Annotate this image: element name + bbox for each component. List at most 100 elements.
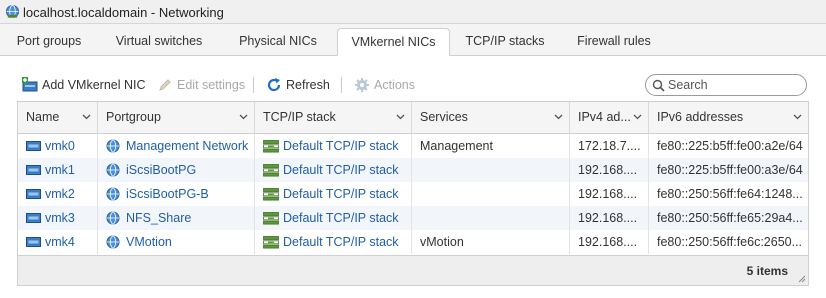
window-title: localhost.localdomain - Networking [23,5,224,20]
vmkernel-nic-link[interactable]: vmk2 [45,182,75,206]
cell-portgroup: Management Network [98,134,255,158]
chevron-down-icon [633,114,642,120]
edit-settings-button[interactable]: Edit settings [157,76,245,94]
add-vmkernel-nic-button[interactable]: Add VMkernel NIC [22,76,146,94]
column-header-label: TCP/IP stack [263,110,336,124]
table-header: Name Portgroup TCP/IP stack Services IPv… [18,102,808,134]
column-header-name[interactable]: Name [18,102,98,133]
cell-name: vmk3 [18,206,98,230]
cell-tcpip-stack: Default TCP/IP stack [255,230,412,254]
globe-icon [5,4,20,19]
globe-icon [106,187,120,201]
globe-icon [106,139,120,153]
pencil-icon [159,79,171,91]
window-titlebar: localhost.localdomain - Networking [0,0,826,24]
vmkernel-nic-link[interactable]: vmk4 [45,230,75,254]
toolbar-divider [341,77,342,93]
cell-portgroup: NFS_Share [98,206,255,230]
cell-tcpip-stack: Default TCP/IP stack [255,158,412,182]
gear-icon [355,78,369,92]
tcpip-stack-icon [263,212,279,225]
column-header-portgroup[interactable]: Portgroup [98,102,255,133]
column-header-services[interactable]: Services [412,102,570,133]
column-header-label: Name [26,110,60,124]
cell-services [412,206,570,230]
cell-services: vMotion [412,230,570,254]
cell-ipv6: fe80::225:b5ff:fe00:a2e/64 [657,139,803,153]
column-header-label: IPv6 addresses [657,110,744,124]
nic-icon [26,237,41,247]
tab-tcpip-stacks[interactable]: TCP/IP stacks [460,28,550,55]
tab-physical-nics[interactable]: Physical NICs [230,28,326,55]
column-header-label: Portgroup [106,110,161,124]
cell-ipv4: 192.168.... [570,230,649,254]
cell-ipv6: fe80::225:b5ff:fe00:a3e/64 [657,163,803,177]
cell-tcpip-stack: Default TCP/IP stack [255,182,412,206]
tab-port-groups[interactable]: Port groups [8,28,90,55]
tab-firewall-rules[interactable]: Firewall rules [566,28,662,55]
tab-virtual-switches[interactable]: Virtual switches [104,28,214,55]
portgroup-link[interactable]: iScsiBootPG [126,158,196,182]
portgroup-link[interactable]: VMotion [126,230,172,254]
chevron-down-icon [793,114,802,120]
search-input[interactable] [668,77,800,93]
cell-portgroup: iScsiBootPG-B [98,182,255,206]
cell-tcpip-stack: Default TCP/IP stack [255,134,412,158]
tcpip-stack-icon [263,140,279,153]
vmkernel-nic-link[interactable]: vmk0 [45,134,75,158]
cell-ipv6: fe80::250:56ff:fe64:1248... [657,187,803,201]
tcpip-stack-link[interactable]: Default TCP/IP stack [283,206,399,230]
globe-icon [106,235,120,249]
search-box[interactable] [645,74,807,96]
tcpip-stack-icon [263,164,279,177]
actions-label: Actions [374,78,415,92]
vmkernel-nic-link[interactable]: vmk3 [45,206,75,230]
tcpip-stack-link[interactable]: Default TCP/IP stack [283,134,399,158]
actions-button[interactable]: Actions [354,76,418,94]
chevron-down-icon [82,114,91,120]
tcpip-stack-link[interactable]: Default TCP/IP stack [283,182,399,206]
table-footer: 5 items [18,255,808,285]
column-header-ipv4[interactable]: IPv4 ad... [570,102,649,133]
column-header-label: IPv4 ad... [578,110,631,124]
cell-name: vmk2 [18,182,98,206]
tcpip-stack-icon [263,188,279,201]
nic-icon [26,165,41,175]
vmkernel-nic-link[interactable]: vmk1 [45,158,75,182]
table-row[interactable]: vmk3 NFS_Share Default TCP/IP stack 192.… [18,206,808,230]
column-header-ipv6[interactable]: IPv6 addresses [649,102,808,133]
cell-name: vmk1 [18,158,98,182]
cell-ipv4: 172.18.7.... [570,134,649,158]
nic-icon [26,189,41,199]
cell-name: vmk4 [18,230,98,254]
tcpip-stack-link[interactable]: Default TCP/IP stack [283,230,399,254]
chevron-down-icon [396,114,405,120]
cell-ipv6: fe80::250:56ff:fe6c:2650... [657,235,803,249]
cell-ipv6: fe80::250:56ff:fe65:29a4... [657,211,803,225]
cell-name: vmk0 [18,134,98,158]
cell-services: Management [412,134,570,158]
portgroup-link[interactable]: Management Network [126,134,248,158]
column-header-tcpip-stack[interactable]: TCP/IP stack [255,102,412,133]
table-row[interactable]: vmk4 VMotion Default TCP/IP stack vMotio… [18,230,808,254]
add-nic-icon [22,77,38,92]
table-row[interactable]: vmk1 iScsiBootPG Default TCP/IP stack 19… [18,158,808,182]
tab-vmkernel-nics[interactable]: VMkernel NICs [337,28,450,56]
table-row[interactable]: vmk2 iScsiBootPG-B Default TCP/IP stack … [18,182,808,206]
edit-settings-label: Edit settings [177,78,246,92]
resize-grip-icon[interactable] [796,273,806,283]
refresh-icon [267,78,281,92]
tab-bar: Port groups Virtual switches Physical NI… [0,24,826,56]
cell-ipv4: 192.168.... [570,182,649,206]
cell-ipv4: 192.168.... [570,158,649,182]
item-count: 5 items [746,264,788,278]
globe-icon [106,211,120,225]
table-row[interactable]: vmk0 Management Network Default TCP/IP s… [18,134,808,158]
portgroup-link[interactable]: iScsiBootPG-B [126,182,209,206]
chevron-down-icon [554,114,563,120]
refresh-label: Refresh [286,78,330,92]
tcpip-stack-link[interactable]: Default TCP/IP stack [283,158,399,182]
portgroup-link[interactable]: NFS_Share [126,206,191,230]
globe-icon [106,163,120,177]
refresh-button[interactable]: Refresh [266,76,330,94]
